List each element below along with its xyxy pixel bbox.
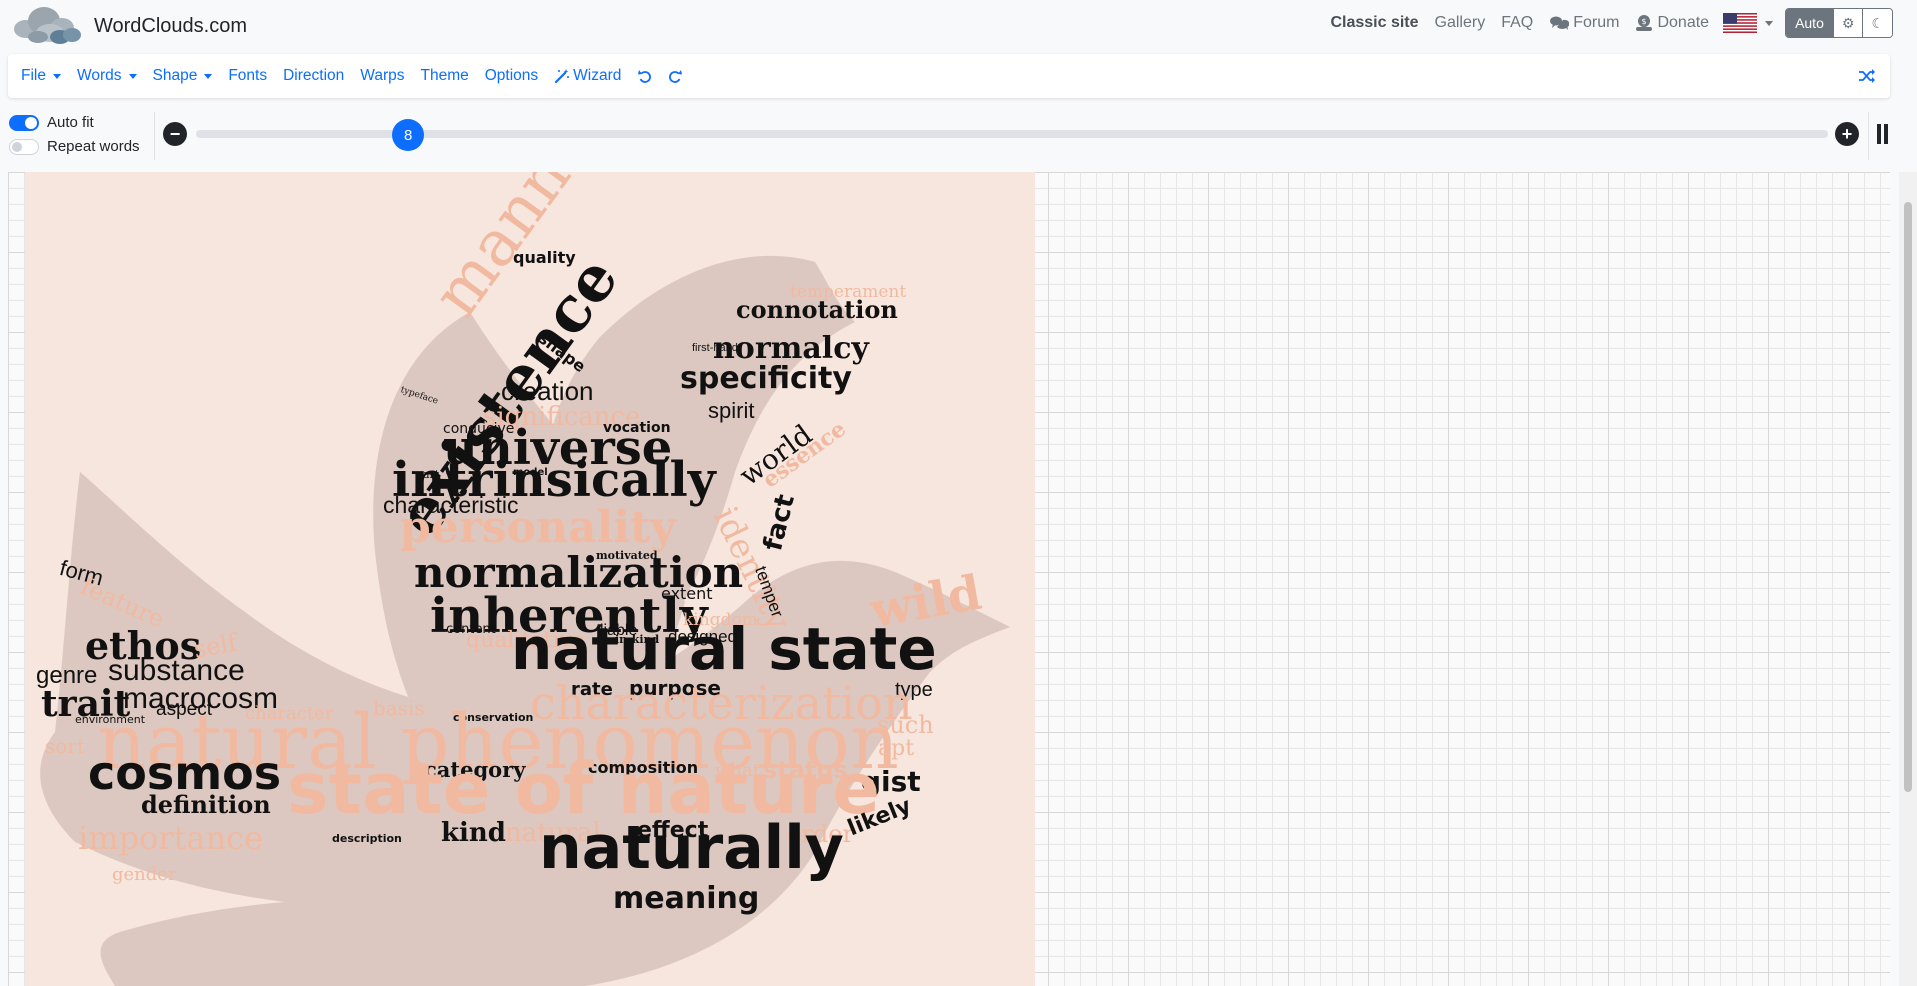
cloud-word[interactable]: connotation: [736, 298, 898, 322]
options-button[interactable]: Options: [485, 67, 538, 85]
words-menu-label: Words: [76, 67, 122, 84]
direction-button[interactable]: Direction: [283, 67, 344, 85]
cloud-word[interactable]: kind: [441, 820, 506, 846]
forum-label: Forum: [1573, 14, 1620, 31]
classic-site-link[interactable]: Classic site: [1322, 14, 1426, 32]
faq-link[interactable]: FAQ: [1493, 14, 1541, 32]
decrease-button[interactable]: −: [163, 122, 187, 146]
chevron-down-icon: [204, 73, 213, 79]
language-dropdown[interactable]: [1723, 13, 1774, 33]
theme-switcher: Auto ⚙ ☾: [1785, 8, 1893, 38]
file-menu-label: File: [21, 67, 46, 84]
magic-wand-icon: [555, 69, 570, 84]
controls-row: Auto fit Repeat words − 8 +: [0, 108, 1917, 164]
donate-label: Donate: [1657, 14, 1710, 31]
donate-icon: $: [1636, 15, 1653, 31]
slider-thumb[interactable]: 8: [392, 119, 425, 151]
cloud-word[interactable]: sort: [45, 736, 85, 756]
theme-button[interactable]: Theme: [420, 67, 468, 85]
auto-fit-switch[interactable]: [9, 114, 39, 131]
warps-button[interactable]: Warps: [360, 67, 404, 85]
wizard-button[interactable]: Wizard: [554, 67, 621, 85]
cloud-word[interactable]: importance: [78, 822, 263, 854]
word-size-slider[interactable]: [196, 130, 1828, 138]
brand[interactable]: WordClouds.com: [8, 3, 247, 50]
chevron-down-icon: [128, 73, 137, 79]
auto-fit-label: Auto fit: [47, 114, 94, 131]
cloud-word[interactable]: creation: [501, 378, 594, 404]
chevron-down-icon: [52, 73, 61, 79]
undo-icon: [638, 70, 652, 83]
shape-menu[interactable]: Shape: [153, 67, 213, 85]
file-menu[interactable]: File: [21, 67, 61, 85]
donate-link[interactable]: $ Donate: [1627, 14, 1717, 32]
top-nav-links: Classic site Gallery FAQ Forum $ Donate: [1322, 0, 1893, 46]
scrollbar[interactable]: [1899, 172, 1917, 986]
chat-bubbles-icon: [1550, 16, 1570, 30]
cloud-word[interactable]: meaning: [613, 884, 759, 914]
auto-fit-toggle[interactable]: Auto fit: [9, 114, 94, 131]
repeat-words-switch[interactable]: [9, 138, 39, 155]
words-menu[interactable]: Words: [77, 67, 137, 85]
pause-icon[interactable]: [1876, 124, 1890, 144]
page: WordClouds.com Classic site Gallery FAQ …: [0, 0, 1917, 986]
shape-menu-label: Shape: [152, 67, 198, 84]
wizard-label: Wizard: [573, 67, 622, 84]
cloud-word[interactable]: natural state: [511, 620, 937, 678]
theme-dark-button[interactable]: ☾: [1862, 9, 1892, 37]
undo-button[interactable]: [637, 68, 653, 84]
cloud-word[interactable]: apt: [878, 738, 914, 760]
shuffle-icon: [1859, 69, 1875, 83]
divider: [1868, 112, 1869, 160]
cloud-word[interactable]: specificity: [680, 364, 852, 394]
word-cloud-canvas[interactable]: manner quality existence shape creation typef…: [25, 172, 1035, 986]
theme-auto-button[interactable]: Auto: [1786, 9, 1833, 37]
plus-icon: +: [1841, 124, 1853, 144]
fonts-button[interactable]: Fonts: [228, 67, 267, 85]
cloud-word[interactable]: naturally: [539, 818, 844, 878]
redo-button[interactable]: [667, 68, 683, 84]
increase-button[interactable]: +: [1835, 122, 1859, 146]
gear-icon: ⚙: [1841, 14, 1855, 31]
cloud-word[interactable]: definition: [141, 793, 271, 817]
chevron-down-icon: [1765, 20, 1774, 26]
shuffle-button[interactable]: [1858, 67, 1876, 90]
brand-title: WordClouds.com: [94, 15, 248, 37]
divider: [154, 112, 155, 160]
scrollbar-thumb[interactable]: [1904, 202, 1912, 792]
editor-toolbar: File Words Shape Fonts Direction Warps T…: [8, 54, 1890, 98]
cloud-logo-icon: [8, 3, 92, 50]
redo-icon: [669, 70, 683, 83]
repeat-words-toggle[interactable]: Repeat words: [9, 138, 140, 155]
gallery-link[interactable]: Gallery: [1427, 14, 1494, 32]
cloud-word[interactable]: description: [332, 833, 402, 844]
cloud-word[interactable]: spirit: [708, 400, 754, 422]
minus-icon: −: [169, 124, 181, 144]
top-navbar: WordClouds.com Classic site Gallery FAQ …: [0, 0, 1917, 46]
cloud-word[interactable]: personality: [400, 506, 676, 550]
us-flag-icon: [1723, 13, 1758, 33]
theme-light-button[interactable]: ⚙: [1832, 9, 1863, 37]
svg-text:$: $: [1642, 17, 1647, 26]
repeat-words-label: Repeat words: [47, 138, 140, 155]
moon-icon: ☾: [1871, 14, 1884, 31]
cloud-word[interactable]: first-hand: [692, 343, 738, 354]
forum-link[interactable]: Forum: [1541, 14, 1627, 32]
cloud-word[interactable]: gender: [112, 866, 177, 884]
